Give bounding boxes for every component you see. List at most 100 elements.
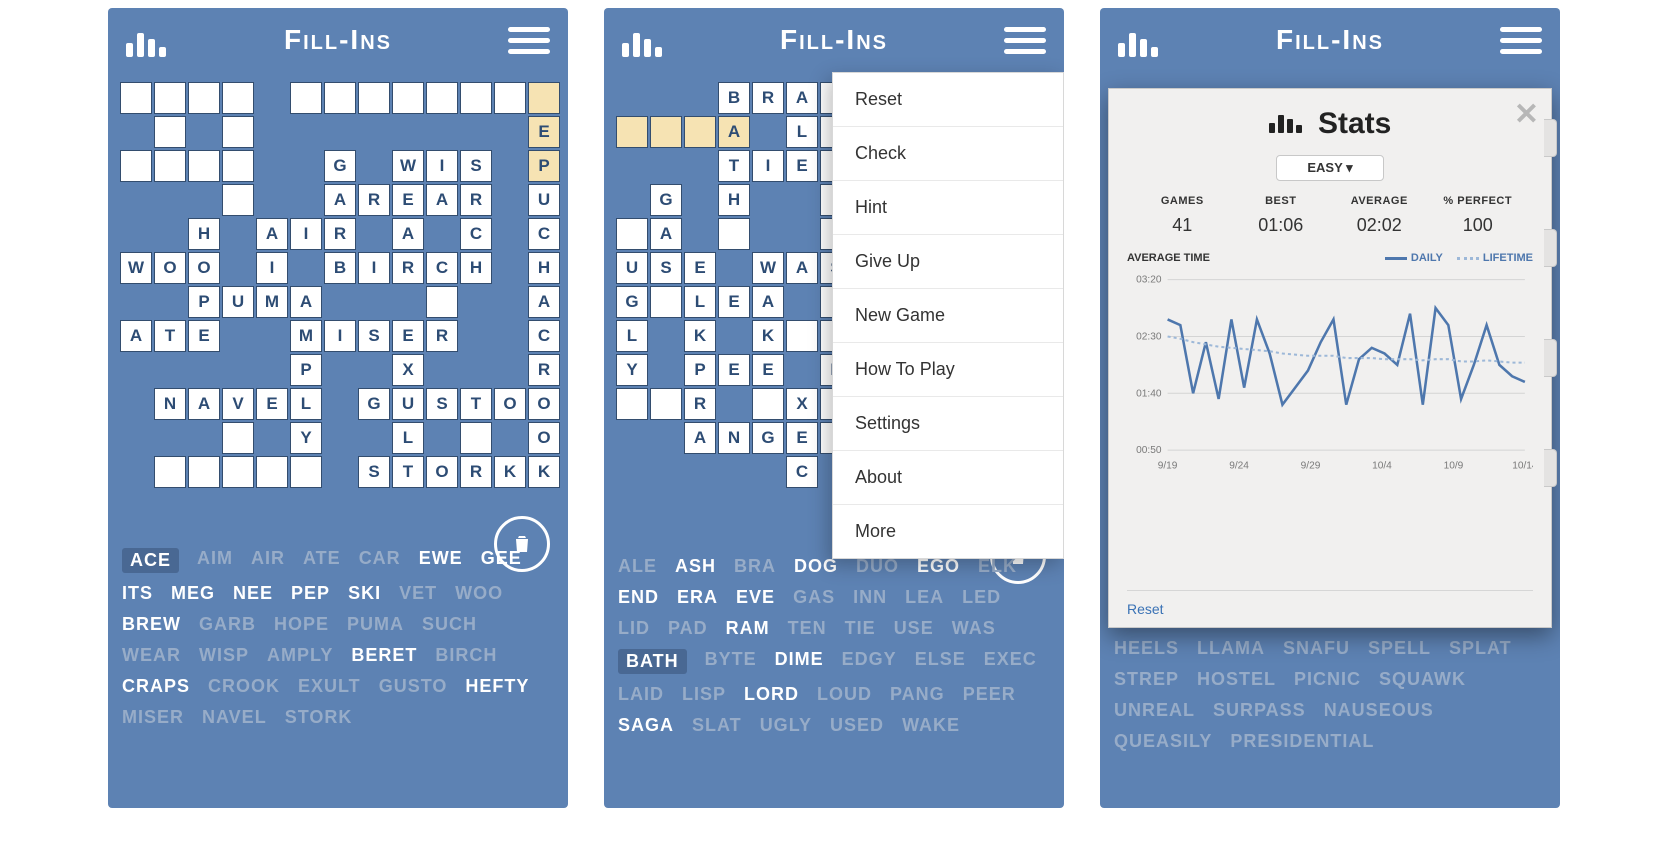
word-bank[interactable]: ALEASHBRADOGDUOEGOELKENDERAEVEGASINNLEAL… [618, 556, 1050, 736]
cell[interactable]: O [188, 252, 220, 284]
cell[interactable]: Y [290, 422, 322, 454]
menu-item-settings[interactable]: Settings [833, 397, 1063, 451]
cell[interactable] [154, 150, 186, 182]
cell[interactable]: R [324, 218, 356, 250]
close-icon[interactable]: ✕ [1514, 97, 1539, 132]
cell[interactable]: A [256, 218, 288, 250]
bank-word[interactable]: DOG [794, 556, 838, 577]
cell[interactable]: E [752, 354, 784, 386]
cell[interactable]: W [392, 150, 424, 182]
cell[interactable]: I [752, 150, 784, 182]
cell[interactable]: A [528, 286, 560, 318]
bank-word[interactable]: END [618, 587, 659, 608]
cell[interactable]: U [222, 286, 254, 318]
cell[interactable] [358, 82, 390, 114]
cell[interactable] [392, 82, 424, 114]
cell[interactable] [650, 388, 682, 420]
bank-word[interactable]: ITS [122, 583, 153, 604]
cell[interactable]: A [718, 116, 750, 148]
bank-word[interactable]: EVE [736, 587, 775, 608]
bank-word[interactable]: MEG [171, 583, 215, 604]
cell[interactable]: C [528, 320, 560, 352]
cell[interactable]: I [290, 218, 322, 250]
cell[interactable] [188, 150, 220, 182]
menu-icon[interactable] [508, 23, 550, 57]
cell[interactable]: R [460, 456, 492, 488]
cell[interactable] [528, 82, 560, 114]
cell[interactable]: W [120, 252, 152, 284]
cell[interactable]: H [188, 218, 220, 250]
cell[interactable] [222, 116, 254, 148]
cell[interactable]: B [718, 82, 750, 114]
cell[interactable]: A [392, 218, 424, 250]
cell[interactable]: H [460, 252, 492, 284]
cell[interactable]: A [188, 388, 220, 420]
cell[interactable]: H [528, 252, 560, 284]
cell[interactable]: K [752, 320, 784, 352]
cell[interactable] [616, 218, 648, 250]
cell[interactable]: P [528, 150, 560, 182]
menu-item-new-game[interactable]: New Game [833, 289, 1063, 343]
cell[interactable]: X [786, 388, 818, 420]
menu-item-more[interactable]: More [833, 505, 1063, 558]
menu-item-about[interactable]: About [833, 451, 1063, 505]
cell[interactable]: E [528, 116, 560, 148]
cell[interactable] [752, 388, 784, 420]
cell[interactable] [786, 320, 818, 352]
bank-word[interactable]: ERA [677, 587, 718, 608]
cell[interactable]: V [222, 388, 254, 420]
cell[interactable]: R [528, 354, 560, 386]
cell[interactable] [154, 116, 186, 148]
cell[interactable]: L [616, 320, 648, 352]
cell[interactable]: A [650, 218, 682, 250]
cell[interactable]: M [290, 320, 322, 352]
reset-stats-button[interactable]: Reset [1127, 590, 1533, 617]
cell[interactable]: T [460, 388, 492, 420]
bank-word[interactable]: ACE [122, 548, 179, 573]
bank-word[interactable]: BATH [618, 649, 687, 674]
bank-word[interactable]: HEFTY [465, 676, 529, 697]
cell[interactable]: T [718, 150, 750, 182]
bank-word[interactable]: EWE [419, 548, 463, 573]
cell[interactable]: L [786, 116, 818, 148]
cell[interactable] [460, 82, 492, 114]
cell[interactable]: E [188, 320, 220, 352]
cell[interactable]: O [528, 388, 560, 420]
cell[interactable]: E [392, 320, 424, 352]
word-bank[interactable]: HEELSLLAMASNAFUSPELLSPLATSTREPHOSTELPICN… [1114, 638, 1546, 752]
cell[interactable] [256, 456, 288, 488]
cell[interactable]: K [684, 320, 716, 352]
cell[interactable]: P [188, 286, 220, 318]
cell[interactable]: L [684, 286, 716, 318]
bank-word[interactable]: ASH [675, 556, 716, 577]
difficulty-selector[interactable]: EASY ▾ [1276, 155, 1384, 181]
cell[interactable]: A [324, 184, 356, 216]
word-bank[interactable]: ACEAIMAIRATECAREWEGEEITSMEGNEEPEPSKIVETW… [122, 548, 554, 728]
bank-word[interactable]: NEE [233, 583, 273, 604]
cell[interactable]: O [494, 388, 526, 420]
cell[interactable] [222, 456, 254, 488]
cell[interactable]: E [684, 252, 716, 284]
cell[interactable]: A [426, 184, 458, 216]
cell[interactable] [650, 116, 682, 148]
cell[interactable]: H [718, 184, 750, 216]
cell[interactable]: G [752, 422, 784, 454]
cell[interactable] [154, 456, 186, 488]
cell[interactable] [120, 82, 152, 114]
cell[interactable]: T [392, 456, 424, 488]
cell[interactable]: G [650, 184, 682, 216]
cell[interactable]: O [154, 252, 186, 284]
cell[interactable]: E [392, 184, 424, 216]
cell[interactable]: L [290, 388, 322, 420]
cell[interactable]: N [154, 388, 186, 420]
cell[interactable]: G [324, 150, 356, 182]
cell[interactable]: C [460, 218, 492, 250]
bank-word[interactable]: EGO [917, 556, 960, 577]
cell[interactable]: S [460, 150, 492, 182]
bank-word[interactable]: BERET [351, 645, 417, 666]
cell[interactable]: R [358, 184, 390, 216]
cell[interactable]: E [786, 422, 818, 454]
cell[interactable] [718, 218, 750, 250]
cell[interactable]: U [528, 184, 560, 216]
cell[interactable] [494, 82, 526, 114]
